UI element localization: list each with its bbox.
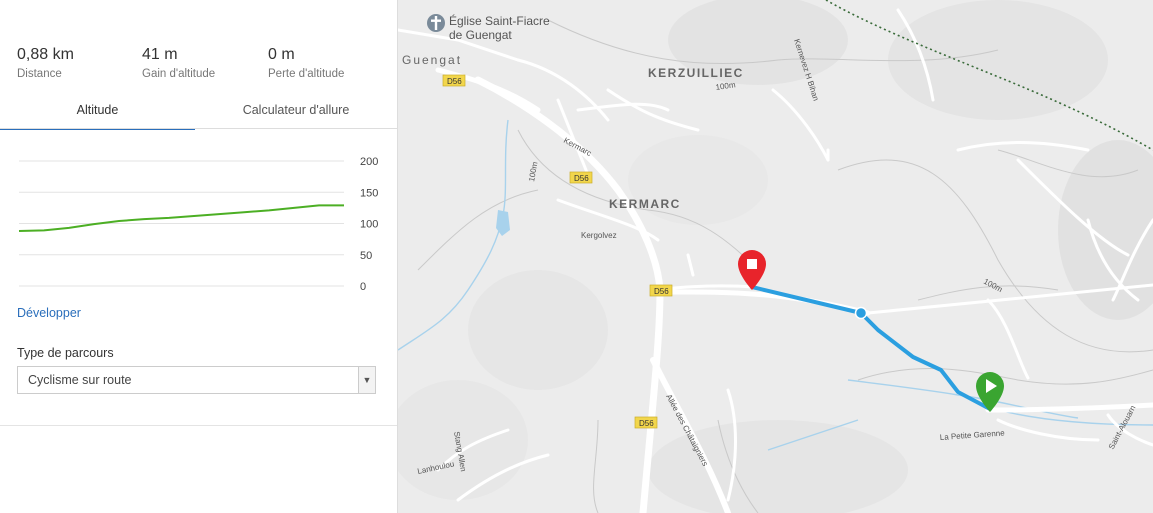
svg-text:D56: D56: [447, 77, 462, 86]
guengat-label: Guengat: [402, 53, 462, 67]
elevation-profile-line: [18, 204, 344, 232]
road-shield-d56-3: D56: [649, 284, 673, 297]
elevation-grid: [19, 160, 344, 287]
y-tick-label: 100: [360, 219, 378, 231]
y-tick-label: 200: [360, 156, 378, 168]
church-label-line2: de Guengat: [449, 28, 512, 42]
road-shield-d56-1: D56: [442, 74, 466, 87]
tab-pace-calculator[interactable]: Calculateur d'allure: [195, 98, 397, 128]
stat-elevation-loss: 0 m Perte d'altitude: [268, 46, 344, 80]
svg-text:D56: D56: [574, 174, 589, 183]
y-tick-label: 0: [360, 281, 366, 293]
kerzuilliec-label: KERZUILLIEC: [648, 66, 744, 80]
terrain-shading: [398, 0, 1153, 513]
contour-label-1: 100m: [715, 80, 736, 92]
road-label-kergolvez: Kergolvez: [581, 231, 617, 240]
chevron-down-icon: ▼: [358, 367, 375, 393]
end-marker-icon[interactable]: [738, 250, 766, 290]
waypoint-icon[interactable]: [854, 306, 868, 320]
elevation-chart: 200 150 100 50 0: [18, 156, 378, 293]
elevation-loss-value: 0 m: [268, 46, 295, 63]
church-icon: [427, 14, 445, 32]
route-type-value: Cyclisme sur route: [28, 373, 132, 387]
map-view[interactable]: Église Saint-Fiacre de Guengat Guengat K…: [398, 0, 1153, 513]
elevation-loss-label: Perte d'altitude: [268, 68, 345, 80]
contour-label-2: 100m: [527, 161, 539, 183]
elevation-y-axis: 200 150 100 50 0: [360, 156, 378, 293]
distance-label: Distance: [17, 68, 62, 80]
svg-text:D56: D56: [654, 287, 669, 296]
elevation-gain-label: Gain d'altitude: [142, 68, 216, 80]
tab-divider: [0, 128, 397, 129]
road-shield-d56-2: D56: [569, 171, 593, 184]
road-shield-d56-4: D56: [634, 416, 658, 429]
contour-label-3: 100m: [982, 277, 1004, 294]
distance-value: 0,88 km: [17, 46, 74, 63]
route-type-label: Type de parcours: [17, 346, 114, 360]
stat-distance: 0,88 km Distance: [17, 46, 74, 80]
y-tick-label: 50: [360, 250, 372, 262]
route-summary-panel: 0,88 km Distance 41 m Gain d'altitude 0 …: [0, 0, 398, 513]
road-label-saint-alouarn: Saint-Alouarn: [1107, 404, 1138, 451]
map-canvas[interactable]: Église Saint-Fiacre de Guengat Guengat K…: [398, 0, 1153, 513]
y-tick-label: 150: [360, 187, 378, 199]
church-label-line1: Église Saint-Fiacre: [449, 13, 550, 28]
road-label-petite-garenne: La Petite Garenne: [940, 428, 1006, 442]
route-type-select[interactable]: Cyclisme sur route ▼: [17, 366, 376, 394]
panel-divider: [0, 425, 397, 426]
stat-elevation-gain: 41 m Gain d'altitude: [142, 46, 215, 80]
tab-altitude[interactable]: Altitude: [0, 98, 195, 130]
develop-link[interactable]: Développer: [17, 306, 81, 320]
elevation-gain-value: 41 m: [142, 46, 178, 63]
svg-text:D56: D56: [639, 419, 654, 428]
kermarc-label: KERMARC: [609, 197, 681, 211]
road-label-kermarc: Kermarc: [562, 136, 593, 158]
